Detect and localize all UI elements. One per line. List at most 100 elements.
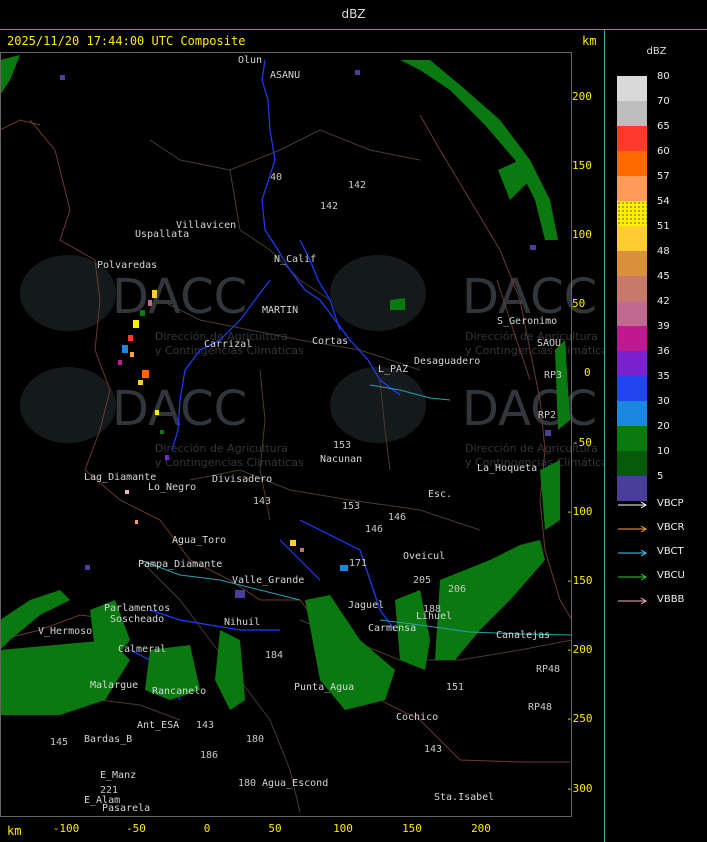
route-label: 142: [320, 201, 338, 212]
color-swatch: [617, 126, 647, 151]
place-label: Desaguadero: [414, 356, 480, 367]
place-label: Lag_Diamante: [84, 472, 156, 483]
place-label: Rancanelo: [152, 686, 206, 697]
radar-legend-item[interactable]: VBCR: [617, 522, 707, 536]
place-label: Soscheado: [110, 614, 164, 625]
x-tick-label: 200: [471, 822, 491, 835]
place-label: L_PAZ: [378, 364, 408, 375]
radar-legend-item[interactable]: VBCT: [617, 546, 707, 560]
level-label: 65: [657, 121, 670, 132]
svg-text:y Contingencias Climáticas: y Contingencias Climáticas: [155, 456, 304, 469]
route-label: 40: [270, 172, 282, 183]
radar-legend-item[interactable]: VBCP: [617, 498, 707, 512]
radar-legend-item[interactable]: VBCU: [617, 570, 707, 584]
x-axis-unit: km: [7, 824, 22, 838]
place-label: S_Geronimo: [497, 316, 557, 327]
place-label: Pampa_Diamante: [138, 559, 222, 570]
map-canvas: DACC DACC Dirección de Agricultura y Con…: [0, 52, 604, 817]
level-label: 5: [657, 471, 664, 482]
place-label: Divisadero: [212, 474, 272, 485]
radar-name: VBCT: [657, 546, 684, 557]
arrow-icon: [618, 549, 647, 557]
color-swatch: [617, 201, 647, 226]
place-label: Carrizal: [204, 339, 252, 350]
level-label: 48: [657, 246, 670, 257]
level-label: 36: [657, 346, 670, 357]
place-label: Jaguel: [348, 600, 384, 611]
route-label: 186: [200, 750, 218, 761]
place-label: MARTIN: [262, 305, 298, 316]
y-tick-label: -300: [566, 782, 593, 795]
arrow-icon: [618, 525, 647, 533]
route-label: 188: [423, 604, 441, 615]
y-tick-label: 150: [572, 159, 592, 172]
color-swatch: [617, 176, 647, 201]
color-swatch: [617, 351, 647, 376]
arrow-icon: [618, 501, 647, 509]
route-label: 180: [238, 778, 256, 789]
svg-text:DACC: DACC: [112, 269, 247, 325]
route-label: 205: [413, 575, 431, 586]
svg-text:Dirección de Agricultura: Dirección de Agricultura: [465, 330, 598, 343]
y-tick-label: 100: [572, 228, 592, 241]
y-tick-label: -100: [566, 505, 593, 518]
route-label: 180: [246, 734, 264, 745]
route-label: RP2: [538, 410, 556, 421]
y-tick-label: -250: [566, 712, 593, 725]
color-swatch: [617, 426, 647, 451]
level-label: 20: [657, 421, 670, 432]
place-label: Carmensa: [368, 623, 416, 634]
timestamp-label: 2025/11/20 17:44:00 UTC Composite: [7, 34, 246, 48]
y-tick-label: -200: [566, 643, 593, 656]
level-label: 51: [657, 221, 670, 232]
place-label: SAOU: [537, 338, 561, 349]
place-label: Ant_ESA: [137, 720, 179, 731]
place-label: E_Manz: [100, 770, 136, 781]
level-label: 54: [657, 196, 670, 207]
route-label: RP3: [544, 370, 562, 381]
route-label: 171: [349, 558, 367, 569]
level-label: 80: [657, 71, 670, 82]
route-label: 153: [342, 501, 360, 512]
y-tick-label: 50: [572, 297, 586, 310]
place-label: N_Calif: [274, 254, 316, 265]
place-label: Parlamentos: [104, 603, 170, 614]
route-label: 151: [446, 682, 464, 693]
route-label: 143: [253, 496, 271, 507]
radar-legend-item[interactable]: VBBB: [617, 594, 707, 608]
x-tick-label: 50: [268, 822, 282, 835]
color-swatch: [617, 76, 647, 101]
legend-panel: dBZ 80 70 65 60 57 54 51 48 45 42 39 36 35 30 20 10 5 VB…: [604, 30, 707, 842]
level-label: 30: [657, 396, 670, 407]
place-label: Nihuil: [224, 617, 260, 628]
color-swatch: [617, 226, 647, 251]
route-label: RP48: [528, 702, 552, 713]
route-label: 184: [265, 650, 283, 661]
place-label: ASANU: [270, 70, 300, 81]
place-label: Valle_Grande: [232, 575, 304, 586]
place-label: V_Hermoso: [38, 626, 92, 637]
place-label: La_Hoqueta: [477, 463, 537, 474]
y-tick-label: 200: [572, 90, 592, 103]
radar-name: VBBB: [657, 594, 685, 605]
place-label: Lo_Negro: [148, 482, 196, 493]
legend-unit: dBZ: [646, 46, 667, 57]
x-tick-label: 0: [203, 822, 211, 835]
route-label: 146: [388, 512, 406, 523]
place-label: Cortas: [312, 336, 348, 347]
radar-map[interactable]: DACC DACC Dirección de Agricultura y Con…: [0, 30, 604, 842]
radar-name: VBCR: [657, 522, 685, 533]
color-swatch: [617, 401, 647, 426]
place-label: Bardas_B: [84, 734, 132, 745]
place-label: Esc.: [428, 489, 452, 500]
x-tick-label: -50: [126, 822, 146, 835]
place-label: Pasarela: [102, 803, 150, 814]
color-swatch: [617, 326, 647, 351]
svg-text:Dirección de Agricultura: Dirección de Agricultura: [155, 442, 288, 455]
svg-text:y Contingencias Climáticas: y Contingencias Climáticas: [465, 344, 604, 357]
color-swatch: [617, 276, 647, 301]
route-label: 143: [424, 744, 442, 755]
level-label: 70: [657, 96, 670, 107]
place-label: Agua_Toro: [172, 535, 226, 546]
x-tick-label: 100: [333, 822, 353, 835]
